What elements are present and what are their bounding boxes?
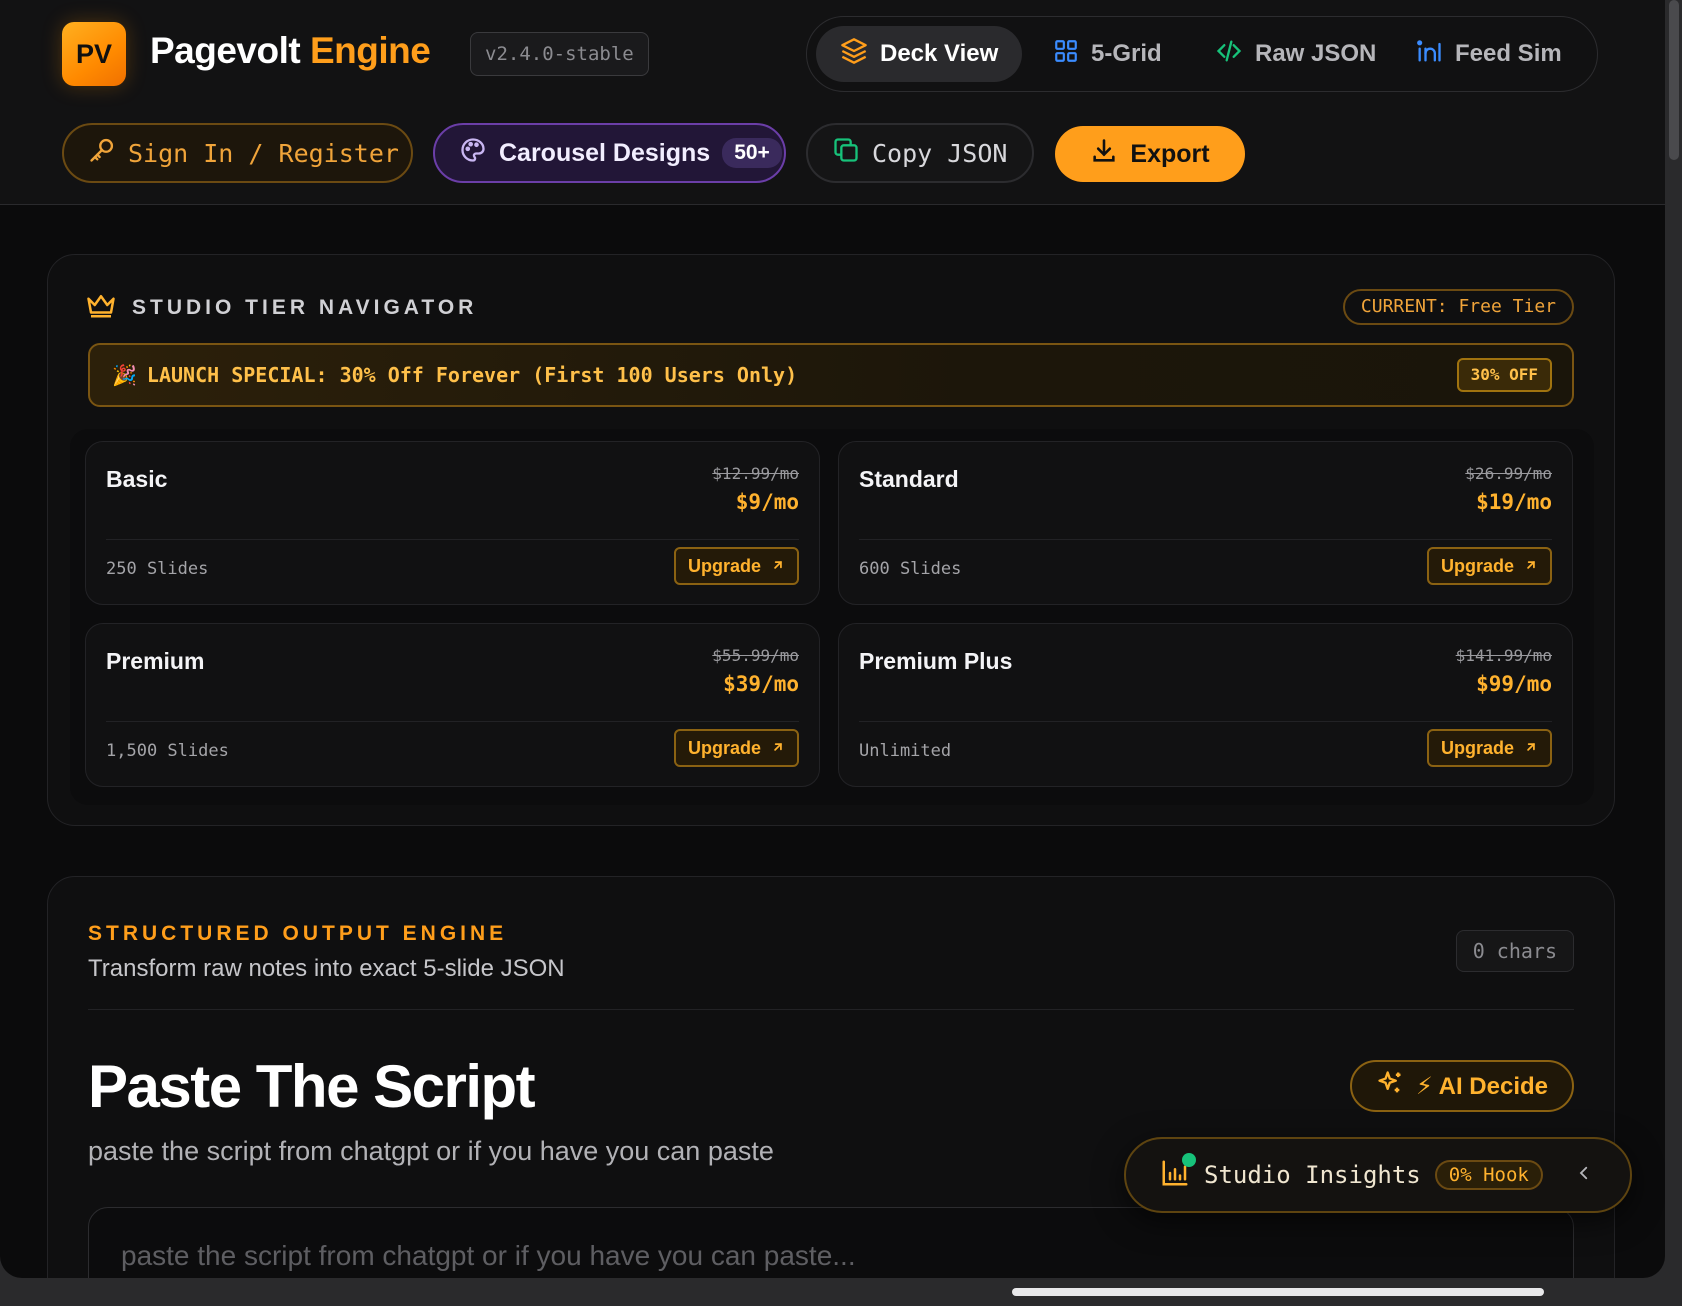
upgrade-label: Upgrade: [687, 737, 761, 758]
tab-label: Deck View: [880, 40, 999, 67]
tab-label: 5-Grid: [1091, 40, 1162, 67]
tier-price: $39/mo: [723, 672, 799, 696]
tier-slides: Unlimited: [859, 741, 952, 761]
top-header: PV Pagevolt Engine v2.4.0-stable Deck Vi…: [0, 0, 1665, 205]
structured-output-panel: STRUCTURED OUTPUT ENGINE Transform raw n…: [47, 876, 1615, 1278]
upgrade-button-basic[interactable]: Upgrade: [673, 547, 799, 585]
tier-name: Basic: [106, 466, 168, 492]
copy-json-label: Copy JSON: [872, 138, 1008, 168]
palette-icon: [459, 136, 487, 171]
key-icon: [88, 136, 116, 170]
tier-name: Premium: [106, 648, 205, 674]
upgrade-label: Upgrade: [687, 555, 761, 576]
tier-old-price: $26.99/mo: [1465, 464, 1552, 483]
tier-price: $19/mo: [1476, 490, 1552, 514]
launch-special-text: LAUNCH SPECIAL: 30% Off Forever (First 1…: [146, 363, 798, 387]
tier-slides: 600 Slides: [859, 559, 962, 579]
tab-label: Raw JSON: [1255, 40, 1377, 67]
download-icon: [1090, 137, 1118, 172]
tier-slides: 1,500 Slides: [106, 741, 229, 761]
brand-name: Pagevolt Engine: [150, 30, 431, 72]
export-label: Export: [1130, 139, 1210, 168]
tab-5-grid[interactable]: 5-Grid: [1029, 26, 1186, 82]
arrow-up-right-icon: [1524, 556, 1538, 577]
tier-navigator-panel: STUDIO TIER NAVIGATOR CURRENT: Free Tier…: [47, 254, 1615, 826]
home-indicator: [1012, 1288, 1544, 1296]
export-button[interactable]: Export: [1055, 126, 1245, 182]
scrollbar[interactable]: [1665, 0, 1682, 1278]
ai-decide-label: ⚡ AI Decide: [1416, 1072, 1548, 1100]
brand-name-accent: Engine: [310, 30, 431, 71]
brand-name-primary: Pagevolt: [150, 30, 301, 71]
scrollbar-thumb[interactable]: [1669, 0, 1679, 160]
arrow-up-right-icon: [771, 556, 785, 577]
tab-feed-sim[interactable]: Feed Sim: [1391, 26, 1586, 82]
carousel-designs-button[interactable]: Carousel Designs 50+: [433, 123, 786, 183]
studio-insights-label: Studio Insights: [1204, 1161, 1421, 1189]
crown-icon: [86, 292, 116, 324]
tier-name: Premium Plus: [859, 648, 1013, 674]
tab-deck-view[interactable]: Deck View: [816, 26, 1023, 82]
tier-card-basic: Basic $12.99/mo $9/mo 250 Slides Upgrade: [85, 441, 820, 605]
ai-decide-button[interactable]: ⚡ AI Decide: [1350, 1060, 1574, 1112]
party-icon: 🎉: [112, 363, 137, 387]
tier-old-price: $55.99/mo: [712, 646, 799, 665]
tier-card-premium: Premium $55.99/mo $39/mo 1,500 Slides Up…: [85, 623, 820, 787]
tier-slides: 250 Slides: [106, 559, 209, 579]
script-input[interactable]: [88, 1207, 1574, 1278]
upgrade-button-premium[interactable]: Upgrade: [673, 729, 799, 767]
tier-card-premium-plus: Premium Plus $141.99/mo $99/mo Unlimited…: [838, 623, 1573, 787]
tier-navigator-title-text: STUDIO TIER NAVIGATOR: [132, 296, 478, 319]
tier-old-price: $141.99/mo: [1455, 646, 1552, 665]
sign-in-label: Sign In / Register: [128, 138, 399, 168]
version-badge: v2.4.0-stable: [470, 32, 649, 76]
tier-navigator-title: STUDIO TIER NAVIGATOR: [86, 292, 477, 324]
arrow-up-right-icon: [771, 738, 785, 759]
page-title: Paste The Script: [88, 1053, 536, 1120]
divider: [106, 721, 799, 722]
tier-price: $9/mo: [735, 490, 799, 514]
grid-icon: [1053, 38, 1079, 71]
tier-card-standard: Standard $26.99/mo $19/mo 600 Slides Upg…: [838, 441, 1573, 605]
divider: [859, 721, 1552, 722]
code-icon: [1215, 37, 1243, 72]
launch-special-banner: 🎉 LAUNCH SPECIAL: 30% Off Forever (First…: [88, 343, 1574, 407]
upgrade-button-premium-plus[interactable]: Upgrade: [1426, 729, 1552, 767]
studio-insights-widget[interactable]: Studio Insights 0% Hook: [1124, 1137, 1632, 1213]
upgrade-button-standard[interactable]: Upgrade: [1426, 547, 1552, 585]
discount-badge: 30% OFF: [1456, 358, 1552, 392]
tier-price: $99/mo: [1476, 672, 1552, 696]
divider: [859, 539, 1552, 540]
divider: [106, 539, 799, 540]
structured-output-subtitle: Transform raw notes into exact 5-slide J…: [88, 955, 565, 982]
tab-label: Feed Sim: [1455, 40, 1562, 67]
page-description: paste the script from chatgpt or if you …: [88, 1136, 774, 1166]
upgrade-label: Upgrade: [1440, 737, 1514, 758]
divider: [88, 1009, 1574, 1010]
carousel-designs-label: Carousel Designs: [499, 138, 711, 167]
tier-grid: Basic $12.99/mo $9/mo 250 Slides Upgrade…: [70, 429, 1594, 805]
char-count: 0 chars: [1455, 930, 1574, 972]
tier-old-price: $12.99/mo: [712, 464, 799, 483]
app-viewport: PV Pagevolt Engine v2.4.0-stable Deck Vi…: [0, 0, 1665, 1278]
sparkles-icon: [1376, 1069, 1404, 1104]
status-dot: [1182, 1153, 1196, 1167]
linkedin-icon: [1415, 37, 1443, 72]
logo: PV: [62, 22, 126, 86]
sign-in-button[interactable]: Sign In / Register: [62, 123, 413, 183]
arrow-up-right-icon: [1524, 738, 1538, 759]
chevron-left-icon[interactable]: [1575, 1161, 1593, 1189]
tier-name: Standard: [859, 466, 959, 492]
hook-score-badge: 0% Hook: [1434, 1160, 1543, 1190]
layers-icon: [840, 37, 868, 72]
view-tabs: Deck View 5-Grid Raw JSON Feed Sim: [806, 16, 1598, 92]
structured-output-eyebrow: STRUCTURED OUTPUT ENGINE: [88, 922, 508, 945]
copy-json-button[interactable]: Copy JSON: [806, 123, 1034, 183]
tab-raw-json[interactable]: Raw JSON: [1191, 26, 1400, 82]
copy-icon: [832, 136, 860, 170]
designs-count-badge: 50+: [722, 138, 782, 168]
upgrade-label: Upgrade: [1440, 555, 1514, 576]
current-tier-badge: CURRENT: Free Tier: [1342, 289, 1574, 325]
